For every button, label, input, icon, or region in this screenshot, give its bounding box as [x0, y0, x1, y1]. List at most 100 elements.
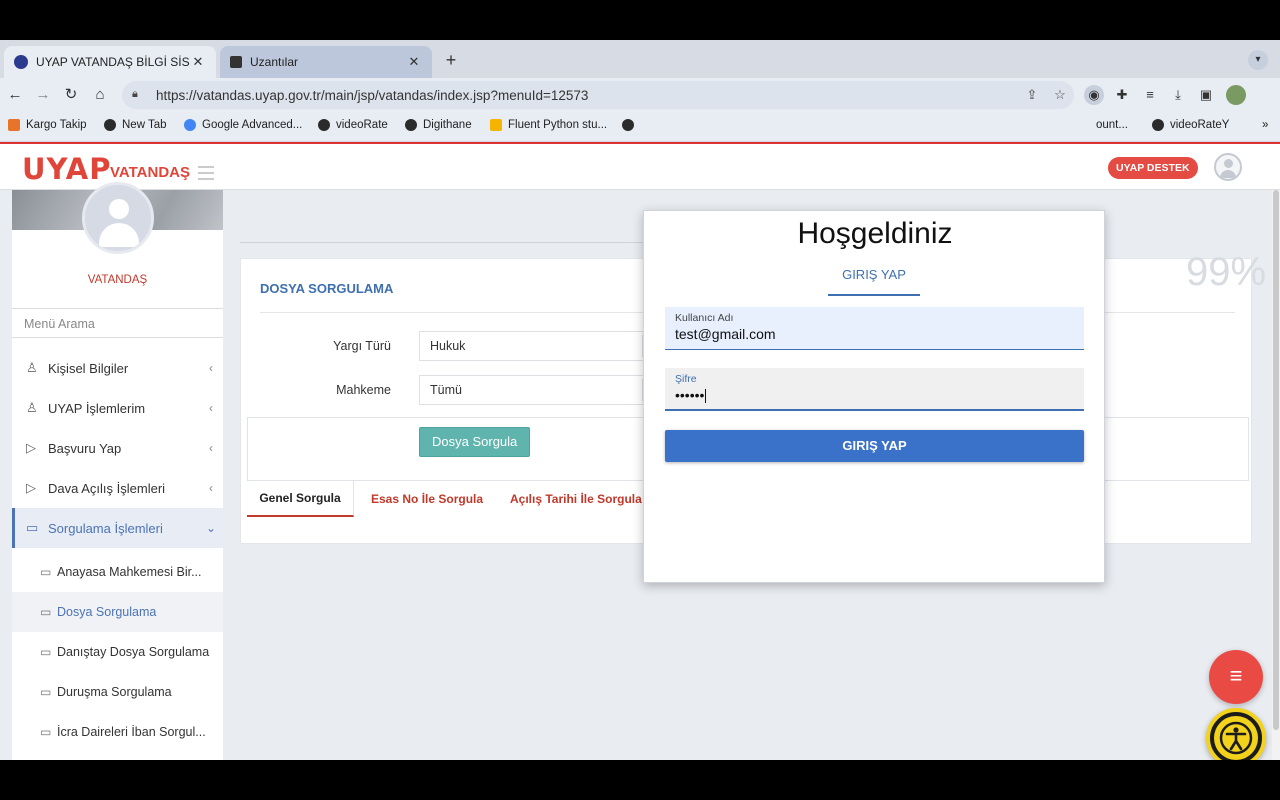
tab-acilis-tarihi[interactable]: Açılış Tarihi İle Sorgula: [510, 481, 642, 517]
url-text: https://vatandas.uyap.gov.tr/main/jsp/va…: [156, 87, 589, 103]
bookmark-kargo-takip[interactable]: Kargo Takip: [8, 119, 87, 131]
bookmark-new-tab[interactable]: New Tab: [104, 119, 167, 131]
menu-toggle-icon[interactable]: [198, 166, 214, 180]
yargi-turu-select[interactable]: Hukuk: [419, 331, 644, 361]
menu-search-input[interactable]: Menü Arama: [12, 308, 223, 338]
send-outline-icon: ▷: [26, 480, 36, 495]
users-outline-icon: ♙: [26, 400, 38, 415]
username-field[interactable]: Kullanıcı Adı test@gmail.com: [665, 307, 1084, 350]
bookmark-account[interactable]: ount...: [1096, 119, 1128, 131]
share-icon[interactable]: ⇪: [1018, 87, 1046, 103]
bookmark-label: videoRateY: [1170, 119, 1230, 131]
sidebar-subitem-durusma[interactable]: ▭ Duruşma Sorgulama: [12, 672, 223, 712]
sidebar-subitem-dosya-sorgulama[interactable]: ▭ Dosya Sorgulama: [12, 592, 223, 632]
sidebar-subitem-danistay[interactable]: ▭ Danıştay Dosya Sorgulama: [12, 632, 223, 672]
new-tab-button[interactable]: +: [440, 50, 462, 72]
chevron-left-icon: ‹: [209, 481, 213, 495]
percent-divider: [1104, 312, 1234, 313]
tab-esas-no[interactable]: Esas No İle Sorgula: [371, 481, 483, 517]
lock-icon[interactable]: 🔒︎: [132, 88, 146, 102]
mahkeme-label: Mahkeme: [336, 383, 391, 397]
drive-icon: [490, 119, 502, 131]
bookmark-label: Digithane: [423, 119, 472, 131]
accessibility-icon: [1214, 716, 1258, 760]
side-panel-icon[interactable]: ▣: [1196, 85, 1216, 105]
mahkeme-select[interactable]: Tümü: [419, 375, 644, 405]
media-queue-icon[interactable]: ≡: [1140, 85, 1160, 105]
username-label: Kullanıcı Adı: [675, 312, 734, 324]
tab-search-button[interactable]: ▾: [1248, 50, 1268, 70]
sidebar-item-dava-acilis[interactable]: ▷ Dava Açılış İşlemleri ‹: [12, 468, 223, 508]
close-icon[interactable]: ✕: [406, 54, 422, 70]
tab-genel-sorgula[interactable]: Genel Sorgula: [247, 481, 354, 517]
bookmark-google-advanced[interactable]: Google Advanced...: [184, 119, 302, 131]
globe-icon: [104, 119, 116, 131]
tab-extensions[interactable]: Uzantılar ✕: [220, 46, 432, 78]
browser-toolbar: ← → ↻ ⌂ 🔒︎ https://vatandas.uyap.gov.tr/…: [0, 78, 1280, 112]
folder-outline-icon: ▭: [40, 605, 52, 619]
sidebar-item-basvuru-yap[interactable]: ▷ Başvuru Yap ‹: [12, 428, 223, 468]
popup-title: Hoşgeldiniz: [797, 217, 953, 250]
sidebar-subitem-anayasa[interactable]: ▭ Anayasa Mahkemesi Bir...: [12, 552, 223, 592]
send-outline-icon: ▷: [26, 440, 36, 455]
globe-icon: [405, 119, 417, 131]
uyap-destek-button[interactable]: UYAP DESTEK: [1108, 157, 1198, 179]
scrollbar-thumb[interactable]: [1273, 190, 1279, 730]
giris-yap-button[interactable]: GIRIŞ YAP: [665, 430, 1084, 462]
password-label: Şifre: [675, 373, 697, 385]
bookmarks-overflow-icon[interactable]: »: [1262, 119, 1268, 131]
close-icon[interactable]: ✕: [190, 54, 206, 70]
password-value: ••••••: [675, 387, 705, 403]
yargi-turu-label: Yargı Türü: [333, 339, 391, 353]
sidebar-item-label: Kişisel Bilgiler: [48, 360, 129, 376]
bookmark-hidden[interactable]: [622, 119, 640, 131]
bookmark-label: New Tab: [122, 119, 167, 131]
google-icon: [184, 119, 196, 131]
address-bar[interactable]: 🔒︎ https://vatandas.uyap.gov.tr/main/jsp…: [122, 81, 1074, 109]
password-value-wrap: ••••••: [675, 387, 1074, 404]
percent-indicator: 99%: [1186, 250, 1267, 294]
bookmark-videoratey[interactable]: videoRateY: [1152, 119, 1229, 131]
uyap-logo[interactable]: UYAP: [22, 152, 111, 186]
user-role: VATANDAŞ: [87, 274, 148, 286]
star-icon[interactable]: ☆: [1046, 87, 1074, 103]
extension-active-icon[interactable]: ◉: [1084, 85, 1104, 105]
sidebar-item-sorgulama-islemleri[interactable]: ▭ Sorgulama İşlemleri ⌄: [12, 508, 223, 548]
forward-arrow-icon[interactable]: →: [32, 84, 54, 106]
tab-giris-yap[interactable]: GIRIŞ YAP: [828, 267, 920, 296]
sidebar: VATANDAŞ Menü Arama ♙ Kişisel Bilgiler ‹…: [12, 182, 223, 760]
home-icon[interactable]: ⌂: [89, 84, 111, 106]
bookmark-digithane[interactable]: Digithane: [405, 119, 472, 131]
bookmark-videorate[interactable]: videoRate: [318, 119, 388, 131]
page-scrollbar[interactable]: [1272, 190, 1280, 760]
sidebar-item-kisisel-bilgiler[interactable]: ♙ Kişisel Bilgiler ‹: [12, 348, 223, 388]
back-arrow-icon[interactable]: ←: [4, 84, 26, 106]
bookmarks-bar: Kargo Takip New Tab Google Advanced... v…: [0, 112, 1280, 142]
floating-menu-button[interactable]: ≡: [1209, 650, 1263, 704]
password-field[interactable]: Şifre ••••••: [665, 368, 1084, 411]
profile-avatar[interactable]: [1226, 85, 1246, 105]
extensions-puzzle-icon[interactable]: ✚: [1112, 85, 1132, 105]
sidebar-item-label: Sorgulama İşlemleri: [48, 520, 163, 536]
bookmark-label: Fluent Python stu...: [508, 119, 608, 131]
browser-window: UYAP VATANDAŞ BİLGİ SİSTEM ✕ Uzantılar ✕…: [0, 40, 1280, 760]
tab-uyap[interactable]: UYAP VATANDAŞ BİLGİ SİSTEM ✕: [4, 46, 216, 78]
accessibility-button[interactable]: [1206, 708, 1266, 760]
select-value: Hukuk: [430, 339, 466, 353]
reload-icon[interactable]: ↻: [60, 84, 82, 106]
globe-icon: [318, 119, 330, 131]
sidebar-subitem-label: Anayasa Mahkemesi Bir...: [57, 565, 202, 579]
globe-icon: [622, 119, 634, 131]
bookmark-fluent-python[interactable]: Fluent Python stu...: [490, 119, 607, 131]
username-value: test@gmail.com: [675, 326, 776, 342]
folder-outline-icon: ▭: [40, 645, 52, 659]
bookmark-label: ount...: [1096, 119, 1128, 131]
user-avatar-icon[interactable]: [1214, 153, 1242, 181]
folder-outline-icon: ▭: [26, 520, 39, 535]
card-title: DOSYA SORGULAMA: [260, 281, 394, 296]
sidebar-subitem-icra-iban[interactable]: ▭ İcra Daireleri İban Sorgul...: [12, 712, 223, 752]
dosya-sorgula-button[interactable]: Dosya Sorgula: [419, 427, 531, 457]
download-icon[interactable]: ⤓: [1168, 85, 1188, 105]
uyap-favicon: [14, 55, 28, 69]
sidebar-item-uyap-islemlerim[interactable]: ♙ UYAP İşlemlerim ‹: [12, 388, 223, 428]
